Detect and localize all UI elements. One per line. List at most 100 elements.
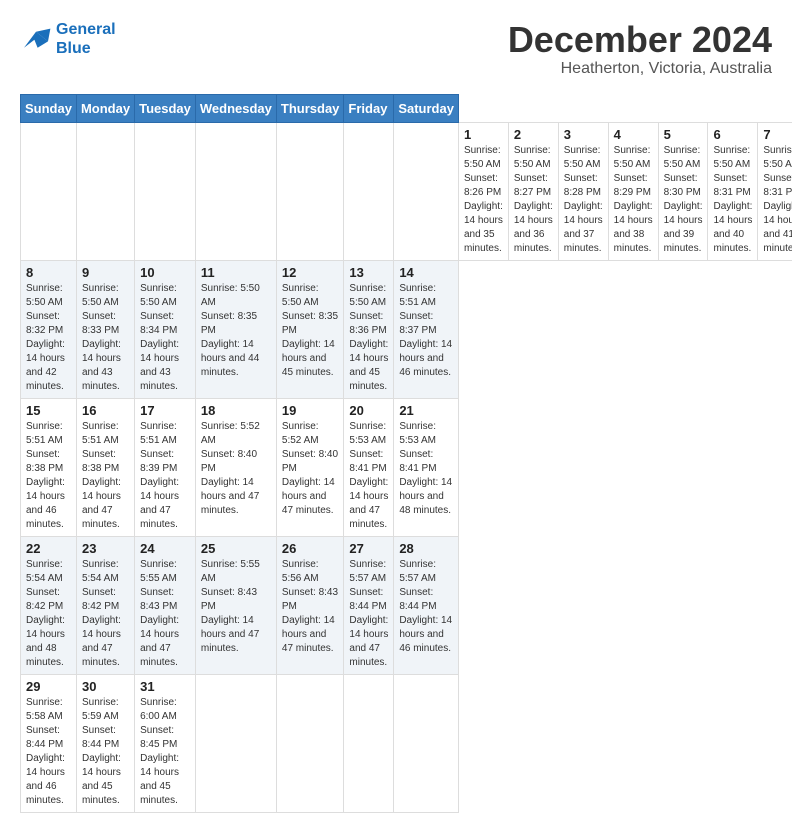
calendar-cell: 20 Sunrise: 5:53 AMSunset: 8:41 PMDayligh… — [344, 398, 394, 536]
day-number: 1 — [464, 127, 503, 142]
day-number: 2 — [514, 127, 553, 142]
day-info: Sunrise: 5:50 AMSunset: 8:27 PMDaylight:… — [514, 144, 553, 256]
calendar-cell: 25 Sunrise: 5:55 AMSunset: 8:43 PMDayligh… — [195, 536, 276, 674]
day-number: 11 — [201, 265, 271, 280]
day-info: Sunrise: 5:50 AMSunset: 8:29 PMDaylight:… — [614, 144, 653, 256]
calendar-cell — [21, 122, 77, 260]
day-info: Sunrise: 5:55 AMSunset: 8:43 PMDaylight:… — [201, 558, 271, 656]
calendar-cell — [276, 674, 344, 812]
calendar-cell: 24 Sunrise: 5:55 AMSunset: 8:43 PMDayligh… — [135, 536, 196, 674]
day-info: Sunrise: 5:51 AMSunset: 8:39 PMDaylight:… — [140, 420, 190, 532]
month-title: December 2024 — [508, 20, 772, 60]
logo: General Blue — [20, 20, 116, 58]
calendar-cell: 21 Sunrise: 5:53 AMSunset: 8:41 PMDayligh… — [394, 398, 459, 536]
location-subtitle: Heatherton, Victoria, Australia — [508, 60, 772, 78]
day-info: Sunrise: 5:50 AMSunset: 8:33 PMDaylight:… — [82, 282, 129, 394]
day-number: 4 — [614, 127, 653, 142]
day-number: 18 — [201, 403, 271, 418]
logo-icon — [20, 25, 52, 53]
calendar-cell — [344, 122, 394, 260]
calendar-cell — [276, 122, 344, 260]
day-number: 24 — [140, 541, 190, 556]
day-info: Sunrise: 5:50 AMSunset: 8:35 PMDaylight:… — [282, 282, 339, 380]
header-tuesday: Tuesday — [135, 94, 196, 122]
day-number: 19 — [282, 403, 339, 418]
calendar-cell: 11 Sunrise: 5:50 AMSunset: 8:35 PMDayligh… — [195, 260, 276, 398]
day-number: 9 — [82, 265, 129, 280]
calendar-cell: 17 Sunrise: 5:51 AMSunset: 8:39 PMDayligh… — [135, 398, 196, 536]
calendar-week-row: 29Sunrise: 5:58 AMSunset: 8:44 PMDayligh… — [21, 674, 792, 812]
day-number: 26 — [282, 541, 339, 556]
day-number: 8 — [26, 265, 71, 280]
day-number: 27 — [349, 541, 388, 556]
day-info: Sunrise: 5:50 AMSunset: 8:35 PMDaylight:… — [201, 282, 271, 380]
calendar-table: Sunday Monday Tuesday Wednesday Thursday… — [20, 94, 792, 813]
day-number: 31 — [140, 679, 190, 694]
calendar-cell: 10Sunrise: 5:50 AMSunset: 8:34 PMDayligh… — [135, 260, 196, 398]
day-info: Sunrise: 5:50 AMSunset: 8:26 PMDaylight:… — [464, 144, 503, 256]
day-info: Sunrise: 5:53 AMSunset: 8:41 PMDaylight:… — [349, 420, 388, 532]
calendar-cell: 14 Sunrise: 5:51 AMSunset: 8:37 PMDayligh… — [394, 260, 459, 398]
day-info: Sunrise: 5:57 AMSunset: 8:44 PMDaylight:… — [399, 558, 453, 656]
calendar-cell: 8 Sunrise: 5:50 AMSunset: 8:32 PMDaylight… — [21, 260, 77, 398]
day-info: Sunrise: 5:50 AMSunset: 8:32 PMDaylight:… — [26, 282, 71, 394]
calendar-cell: 23Sunrise: 5:54 AMSunset: 8:42 PMDayligh… — [76, 536, 134, 674]
day-number: 21 — [399, 403, 453, 418]
logo-text: General Blue — [56, 20, 116, 58]
header-friday: Friday — [344, 94, 394, 122]
calendar-cell: 19Sunrise: 5:52 AMSunset: 8:40 PMDayligh… — [276, 398, 344, 536]
day-info: Sunrise: 5:50 AMSunset: 8:31 PMDaylight:… — [763, 144, 792, 256]
calendar-cell: 16Sunrise: 5:51 AMSunset: 8:38 PMDayligh… — [76, 398, 134, 536]
header-saturday: Saturday — [394, 94, 459, 122]
calendar-cell — [344, 674, 394, 812]
day-info: Sunrise: 5:51 AMSunset: 8:38 PMDaylight:… — [26, 420, 71, 532]
title-block: December 2024 Heatherton, Victoria, Aust… — [508, 20, 772, 78]
calendar-cell: 4 Sunrise: 5:50 AMSunset: 8:29 PMDaylight… — [608, 122, 658, 260]
day-info: Sunrise: 5:53 AMSunset: 8:41 PMDaylight:… — [399, 420, 453, 518]
day-number: 17 — [140, 403, 190, 418]
day-number: 14 — [399, 265, 453, 280]
calendar-cell: 26 Sunrise: 5:56 AMSunset: 8:43 PMDayligh… — [276, 536, 344, 674]
page-header: General Blue December 2024 Heatherton, V… — [20, 20, 772, 78]
calendar-cell: 30Sunrise: 5:59 AMSunset: 8:44 PMDayligh… — [76, 674, 134, 812]
header-thursday: Thursday — [276, 94, 344, 122]
day-info: Sunrise: 5:57 AMSunset: 8:44 PMDaylight:… — [349, 558, 388, 670]
calendar-week-row: 15 Sunrise: 5:51 AMSunset: 8:38 PMDayligh… — [21, 398, 792, 536]
calendar-cell — [195, 122, 276, 260]
day-number: 23 — [82, 541, 129, 556]
day-info: Sunrise: 5:51 AMSunset: 8:37 PMDaylight:… — [399, 282, 453, 380]
header-wednesday: Wednesday — [195, 94, 276, 122]
day-info: Sunrise: 5:54 AMSunset: 8:42 PMDaylight:… — [26, 558, 71, 670]
day-info: Sunrise: 5:58 AMSunset: 8:44 PMDaylight:… — [26, 696, 71, 808]
day-number: 28 — [399, 541, 453, 556]
day-number: 20 — [349, 403, 388, 418]
day-number: 5 — [664, 127, 703, 142]
day-number: 25 — [201, 541, 271, 556]
day-info: Sunrise: 6:00 AMSunset: 8:45 PMDaylight:… — [140, 696, 190, 808]
calendar-cell: 9 Sunrise: 5:50 AMSunset: 8:33 PMDaylight… — [76, 260, 134, 398]
calendar-cell: 15 Sunrise: 5:51 AMSunset: 8:38 PMDayligh… — [21, 398, 77, 536]
calendar-cell: 13Sunrise: 5:50 AMSunset: 8:36 PMDayligh… — [344, 260, 394, 398]
calendar-cell: 28 Sunrise: 5:57 AMSunset: 8:44 PMDayligh… — [394, 536, 459, 674]
day-number: 30 — [82, 679, 129, 694]
calendar-header-row: Sunday Monday Tuesday Wednesday Thursday… — [21, 94, 792, 122]
calendar-week-row: 22Sunrise: 5:54 AMSunset: 8:42 PMDayligh… — [21, 536, 792, 674]
day-number: 16 — [82, 403, 129, 418]
day-number: 12 — [282, 265, 339, 280]
calendar-cell: 5Sunrise: 5:50 AMSunset: 8:30 PMDaylight… — [658, 122, 708, 260]
day-number: 13 — [349, 265, 388, 280]
calendar-week-row: 8 Sunrise: 5:50 AMSunset: 8:32 PMDaylight… — [21, 260, 792, 398]
day-number: 3 — [564, 127, 603, 142]
day-number: 15 — [26, 403, 71, 418]
calendar-cell — [135, 122, 196, 260]
calendar-cell: 2 Sunrise: 5:50 AMSunset: 8:27 PMDaylight… — [508, 122, 558, 260]
calendar-cell: 1 Sunrise: 5:50 AMSunset: 8:26 PMDaylight… — [458, 122, 508, 260]
day-number: 6 — [713, 127, 752, 142]
calendar-cell: 7 Sunrise: 5:50 AMSunset: 8:31 PMDaylight… — [758, 122, 792, 260]
day-number: 7 — [763, 127, 792, 142]
day-info: Sunrise: 5:55 AMSunset: 8:43 PMDaylight:… — [140, 558, 190, 670]
day-info: Sunrise: 5:56 AMSunset: 8:43 PMDaylight:… — [282, 558, 339, 656]
day-info: Sunrise: 5:50 AMSunset: 8:28 PMDaylight:… — [564, 144, 603, 256]
calendar-cell: 29Sunrise: 5:58 AMSunset: 8:44 PMDayligh… — [21, 674, 77, 812]
calendar-cell — [195, 674, 276, 812]
